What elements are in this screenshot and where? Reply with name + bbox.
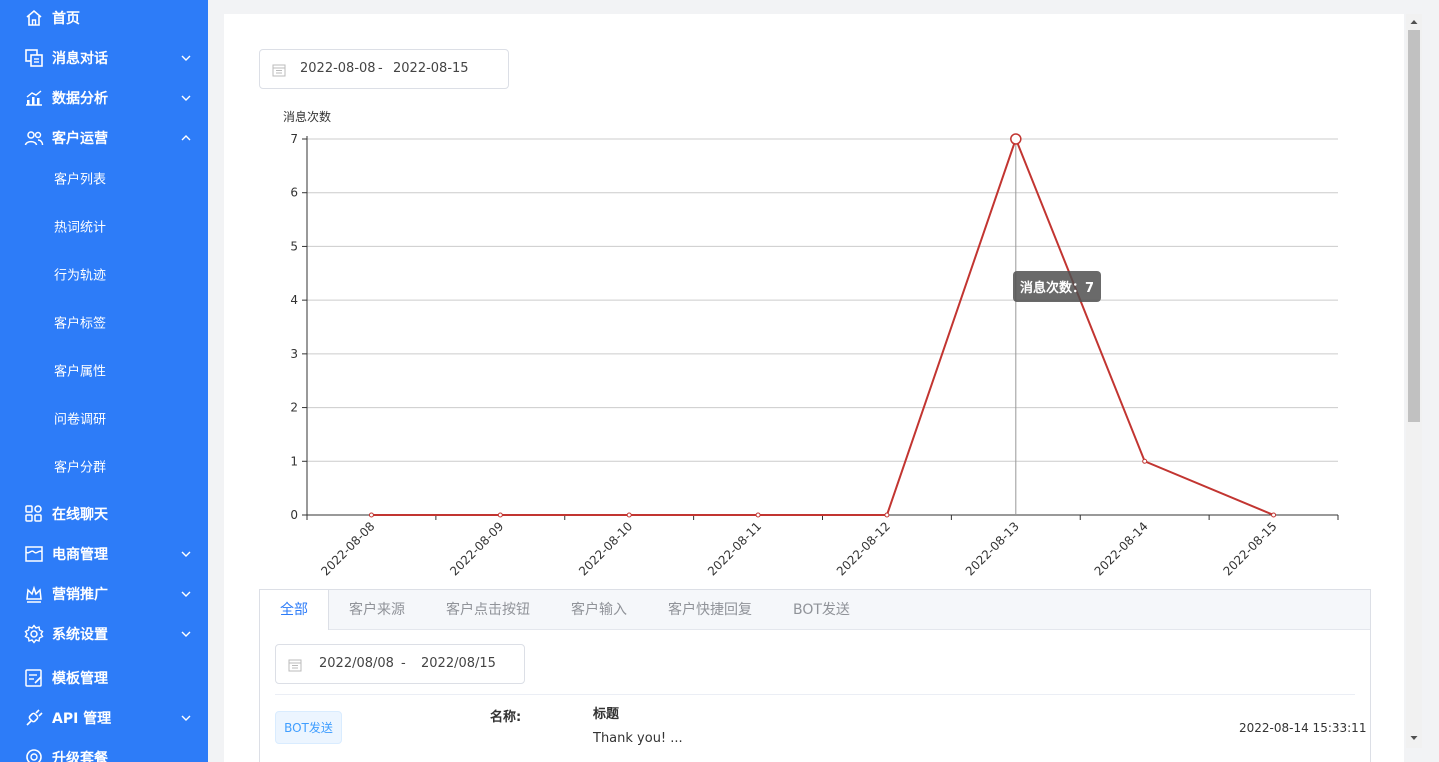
record-type-badge: BOT发送 bbox=[275, 711, 342, 744]
tab-1[interactable]: 客户来源 bbox=[349, 590, 405, 630]
tab-3[interactable]: 客户输入 bbox=[571, 590, 627, 630]
tab-2[interactable]: 客户点击按钮 bbox=[446, 590, 530, 630]
chart-tooltip: 消息次数：7 bbox=[1013, 271, 1101, 302]
y-tick-label: 0 bbox=[290, 508, 298, 522]
x-tick-label: 2022-08-09 bbox=[447, 519, 506, 578]
scroll-up-arrow-icon[interactable] bbox=[1406, 14, 1422, 30]
record-time: 2022-08-14 15:33:11 bbox=[1239, 721, 1367, 735]
y-tick-label: 2 bbox=[290, 401, 298, 415]
y-tick-label: 6 bbox=[290, 186, 298, 200]
list-date-range-picker[interactable]: 2022/08/08 - 2022/08/15 bbox=[275, 644, 525, 684]
x-tick-label: 2022-08-11 bbox=[705, 519, 764, 578]
record-message: Thank you! ... bbox=[593, 731, 683, 746]
y-tick-label: 4 bbox=[290, 293, 298, 307]
y-tick-label: 3 bbox=[290, 347, 298, 361]
calendar-icon bbox=[288, 658, 302, 672]
data-point bbox=[755, 512, 761, 518]
tabs-bar: 全部 客户来源 客户点击按钮 客户输入 客户快捷回复 BOT发送 bbox=[260, 590, 1370, 630]
tab-5[interactable]: BOT发送 bbox=[793, 590, 850, 630]
x-tick-label: 2022-08-08 bbox=[318, 519, 377, 578]
y-axis-label: 消息次数 bbox=[283, 109, 331, 124]
y-tick-label: 5 bbox=[290, 239, 298, 253]
scrollbar-thumb[interactable] bbox=[1408, 30, 1420, 422]
y-tick-label: 1 bbox=[290, 454, 298, 468]
data-point bbox=[884, 512, 890, 518]
x-tick-label: 2022-08-13 bbox=[963, 519, 1022, 578]
x-tick-label: 2022-08-15 bbox=[1220, 519, 1279, 578]
data-point bbox=[1271, 512, 1277, 518]
list-divider bbox=[275, 694, 1355, 695]
list-range-end: 2022/08/15 bbox=[421, 656, 496, 671]
x-tick-label: 2022-08-14 bbox=[1092, 519, 1151, 578]
x-tick-label: 2022-08-12 bbox=[834, 519, 893, 578]
data-point bbox=[626, 512, 632, 518]
data-point bbox=[497, 512, 503, 518]
data-point bbox=[1142, 458, 1148, 464]
tab-0[interactable]: 全部 bbox=[260, 590, 329, 630]
scroll-down-arrow-icon[interactable] bbox=[1406, 730, 1422, 746]
tab-4[interactable]: 客户快捷回复 bbox=[668, 590, 752, 630]
x-tick-label: 2022-08-10 bbox=[576, 519, 635, 578]
y-tick-label: 7 bbox=[290, 132, 298, 146]
record-title-label: 标题 bbox=[593, 707, 620, 722]
list-range-separator: - bbox=[401, 656, 406, 671]
series-line bbox=[371, 136, 1274, 516]
record-name-label: 名称: bbox=[490, 710, 522, 725]
data-point bbox=[1010, 133, 1022, 145]
list-range-start: 2022/08/08 bbox=[319, 656, 394, 671]
data-point bbox=[368, 512, 374, 518]
